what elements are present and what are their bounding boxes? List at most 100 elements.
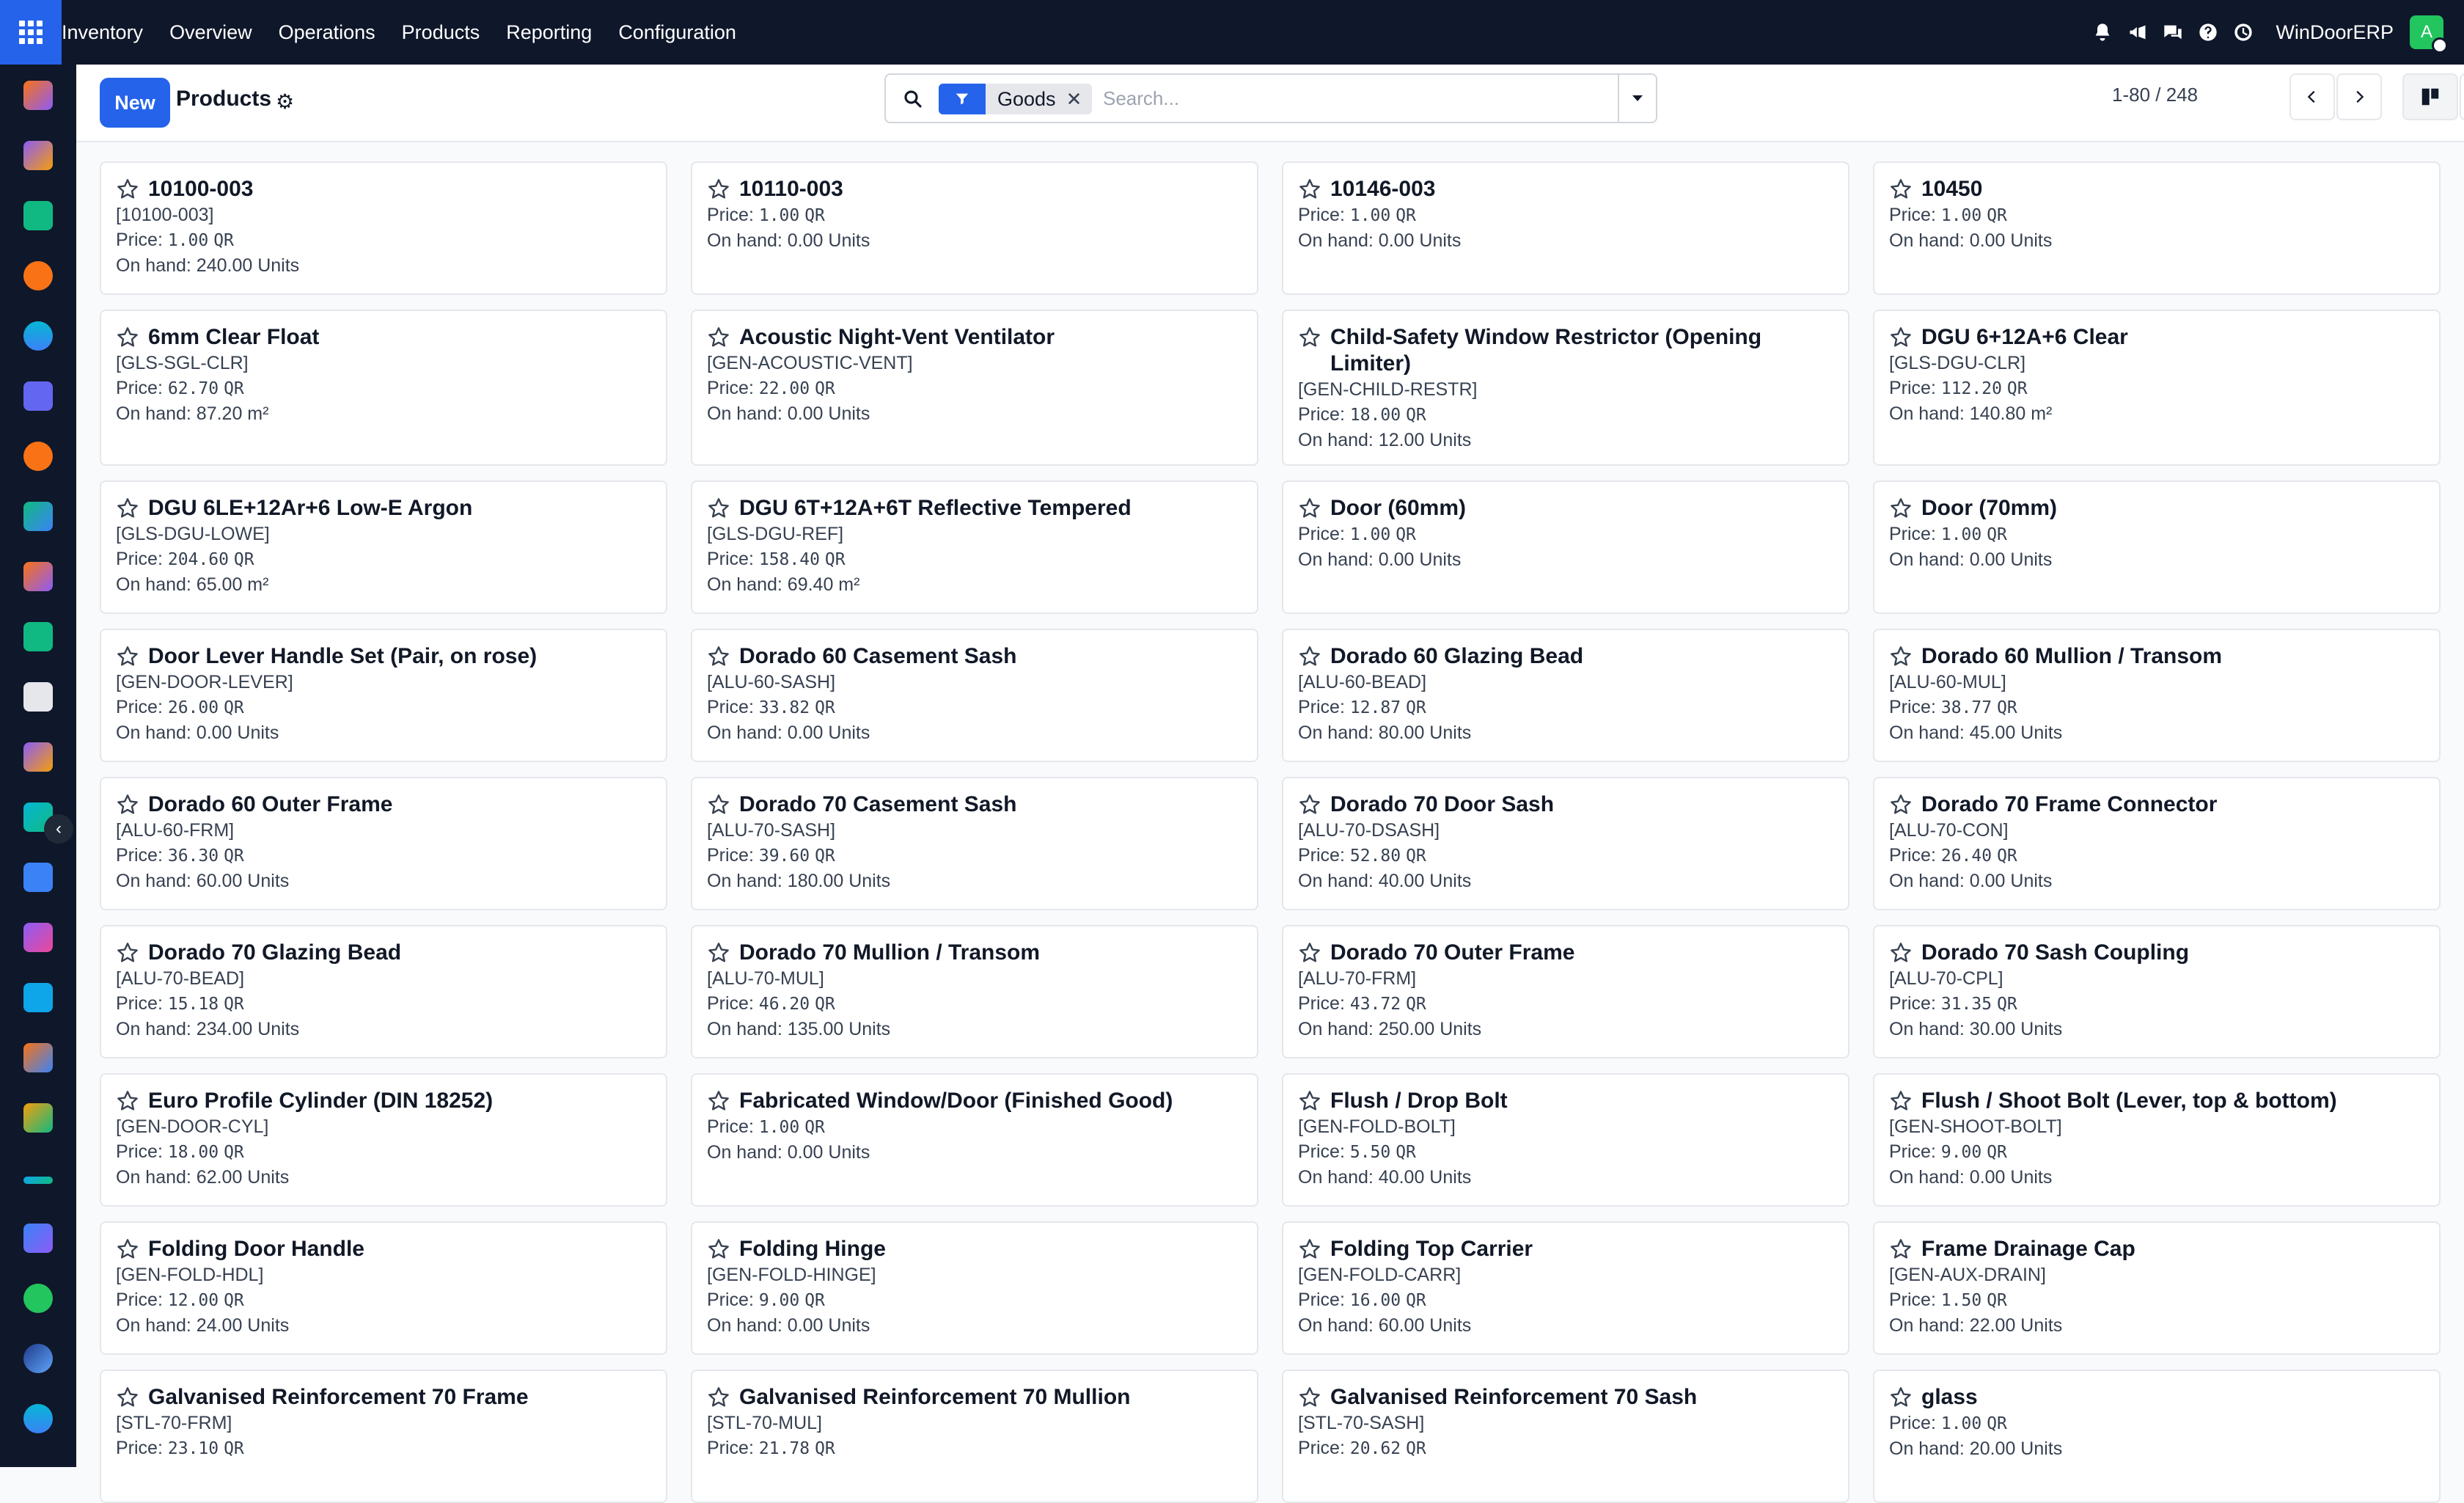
product-card[interactable]: Frame Drainage Cap [GEN-AUX-DRAIN] Price: …: [1873, 1221, 2441, 1355]
favorite-star-icon[interactable]: [1889, 1237, 1913, 1261]
favorite-star-icon[interactable]: [1298, 326, 1321, 349]
app-sign-icon[interactable]: [23, 1177, 53, 1184]
favorite-star-icon[interactable]: [116, 326, 139, 349]
app-purchase-icon[interactable]: [23, 742, 53, 772]
megaphone-icon[interactable]: [2126, 21, 2149, 44]
product-card[interactable]: Folding Hinge [GEN-FOLD-HINGE] Price: 9.00…: [691, 1221, 1258, 1355]
menu-brand[interactable]: Inventory: [62, 21, 156, 44]
favorite-star-icon[interactable]: [1889, 1089, 1913, 1113]
favorite-star-icon[interactable]: [116, 497, 139, 520]
favorite-star-icon[interactable]: [1889, 793, 1913, 816]
product-card[interactable]: DGU 6LE+12Ar+6 Low-E Argon [GLS-DGU-LOWE]…: [100, 480, 667, 614]
app-whatsapp-icon[interactable]: [23, 1284, 53, 1313]
app-livechat-icon[interactable]: [23, 442, 53, 471]
favorite-star-icon[interactable]: [1298, 1386, 1321, 1409]
app-discuss-icon[interactable]: [23, 261, 53, 290]
search-input[interactable]: [1103, 82, 1587, 114]
favorite-star-icon[interactable]: [116, 1237, 139, 1261]
product-card[interactable]: Dorado 70 Mullion / Transom [ALU-70-MUL] P…: [691, 925, 1258, 1058]
product-card[interactable]: Galvanised Reinforcement 70 Sash [STL-70-…: [1282, 1369, 1849, 1503]
product-card[interactable]: Fabricated Window/Door (Finished Good) Pr…: [691, 1073, 1258, 1207]
favorite-star-icon[interactable]: [707, 645, 730, 668]
favorite-star-icon[interactable]: [707, 1386, 730, 1409]
favorite-star-icon[interactable]: [707, 793, 730, 816]
favorite-star-icon[interactable]: [1889, 497, 1913, 520]
product-card[interactable]: 6mm Clear Float [GLS-SGL-CLR] Price: 62.70…: [100, 310, 667, 466]
app-crm-icon[interactable]: [23, 502, 53, 531]
favorite-star-icon[interactable]: [1889, 941, 1913, 965]
favorite-star-icon[interactable]: [1298, 1089, 1321, 1113]
product-card[interactable]: Dorado 60 Mullion / Transom [ALU-60-MUL] P…: [1873, 629, 2441, 762]
app-sales-icon[interactable]: [23, 562, 53, 591]
menu-overview[interactable]: Overview: [156, 21, 265, 44]
app-timer-icon[interactable]: [23, 1344, 53, 1373]
product-card[interactable]: Galvanised Reinforcement 70 Mullion [STL-…: [691, 1369, 1258, 1503]
product-card[interactable]: DGU 6T+12A+6T Reflective Tempered [GLS-DG…: [691, 480, 1258, 614]
product-card[interactable]: Dorado 70 Outer Frame [ALU-70-FRM] Price: …: [1282, 925, 1849, 1058]
favorite-star-icon[interactable]: [116, 1089, 139, 1113]
sidebar-collapse-button[interactable]: ‹: [44, 814, 73, 844]
product-card[interactable]: glass Price: 1.00 QR On hand: 20.00 Units: [1873, 1369, 2441, 1503]
app-dashboard-icon[interactable]: [23, 81, 53, 110]
product-card[interactable]: Folding Top Carrier [GEN-FOLD-CARR] Price:…: [1282, 1221, 1849, 1355]
pager-value[interactable]: 1-80 / 248: [2112, 84, 2198, 106]
apps-menu-button[interactable]: [0, 0, 62, 65]
bell-icon[interactable]: [2091, 21, 2114, 44]
product-card[interactable]: Flush / Shoot Bolt (Lever, top & bottom)…: [1873, 1073, 2441, 1207]
favorite-star-icon[interactable]: [707, 178, 730, 201]
favorite-star-icon[interactable]: [116, 645, 139, 668]
product-card[interactable]: Door (60mm) Price: 1.00 QR On hand: 0.00 U…: [1282, 480, 1849, 614]
product-card[interactable]: Dorado 70 Glazing Bead [ALU-70-BEAD] Price…: [100, 925, 667, 1058]
chat-icon[interactable]: [2161, 21, 2185, 44]
product-card[interactable]: DGU 6+12A+6 Clear [GLS-DGU-CLR] Price: 112…: [1873, 310, 2441, 466]
favorite-star-icon[interactable]: [116, 941, 139, 965]
kanban-view-button[interactable]: [2402, 73, 2458, 120]
list-view-button[interactable]: [2460, 73, 2464, 120]
app-portal-icon[interactable]: [23, 1404, 53, 1433]
favorite-star-icon[interactable]: [1298, 941, 1321, 965]
app-invoicing-icon[interactable]: [23, 983, 53, 1012]
product-card[interactable]: Door (70mm) Price: 1.00 QR On hand: 0.00 U…: [1873, 480, 2441, 614]
remove-facet-icon[interactable]: ✕: [1066, 88, 1093, 111]
app-calendar-icon[interactable]: [23, 1103, 53, 1133]
app-apps-icon[interactable]: [23, 1224, 53, 1253]
product-card[interactable]: 10110-003 Price: 1.00 QR On hand: 0.00 Uni…: [691, 161, 1258, 295]
favorite-star-icon[interactable]: [707, 497, 730, 520]
search-icon[interactable]: [902, 88, 924, 110]
app-employees-icon[interactable]: [23, 622, 53, 651]
product-card[interactable]: Dorado 70 Frame Connector [ALU-70-CON] Pri…: [1873, 777, 2441, 910]
app-manufacturing-icon[interactable]: [23, 923, 53, 952]
pager-next-button[interactable]: [2336, 73, 2382, 120]
favorite-star-icon[interactable]: [707, 326, 730, 349]
product-card[interactable]: Acoustic Night-Vent Ventilator [GEN-ACOUS…: [691, 310, 1258, 466]
product-card[interactable]: Euro Profile Cylinder (DIN 18252) [GEN-DO…: [100, 1073, 667, 1207]
product-card[interactable]: Dorado 60 Casement Sash [ALU-60-SASH] Pric…: [691, 629, 1258, 762]
new-button[interactable]: New: [100, 78, 170, 128]
product-card[interactable]: Dorado 70 Casement Sash [ALU-70-SASH] Pric…: [691, 777, 1258, 910]
favorite-star-icon[interactable]: [707, 941, 730, 965]
app-website-icon[interactable]: [23, 321, 53, 351]
favorite-star-icon[interactable]: [116, 793, 139, 816]
favorite-star-icon[interactable]: [1889, 326, 1913, 349]
app-contacts-icon[interactable]: [23, 201, 53, 230]
favorite-star-icon[interactable]: [707, 1237, 730, 1261]
menu-configuration[interactable]: Configuration: [605, 21, 749, 44]
company-switcher[interactable]: WinDoorERP: [2276, 21, 2394, 44]
product-card[interactable]: Child-Safety Window Restrictor (Opening …: [1282, 310, 1849, 466]
help-icon[interactable]: [2196, 21, 2220, 44]
favorite-star-icon[interactable]: [1889, 645, 1913, 668]
product-card[interactable]: Folding Door Handle [GEN-FOLD-HDL] Price: …: [100, 1221, 667, 1355]
favorite-star-icon[interactable]: [116, 178, 139, 201]
app-inventory-icon[interactable]: [23, 682, 53, 712]
pager-previous-button[interactable]: [2289, 73, 2335, 120]
app-knowledge-icon[interactable]: [23, 863, 53, 892]
favorite-star-icon[interactable]: [1889, 178, 1913, 201]
favorite-star-icon[interactable]: [1298, 178, 1321, 201]
menu-products[interactable]: Products: [389, 21, 494, 44]
product-card[interactable]: Galvanised Reinforcement 70 Frame [STL-70…: [100, 1369, 667, 1503]
app-team-icon[interactable]: [23, 1043, 53, 1072]
favorite-star-icon[interactable]: [1298, 1237, 1321, 1261]
clock-icon[interactable]: [2232, 21, 2255, 44]
product-card[interactable]: 10450 Price: 1.00 QR On hand: 0.00 Units: [1873, 161, 2441, 295]
product-card[interactable]: Dorado 70 Sash Coupling [ALU-70-CPL] Price…: [1873, 925, 2441, 1058]
